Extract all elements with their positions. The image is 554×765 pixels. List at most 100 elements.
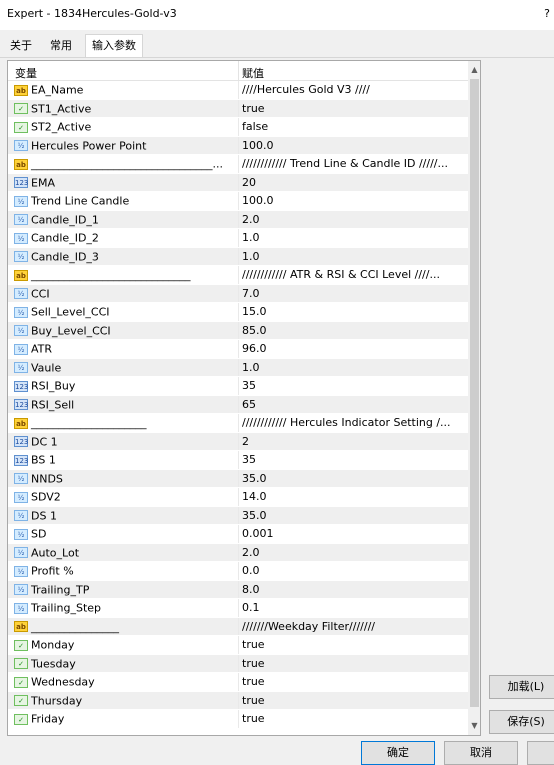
- scroll-thumb[interactable]: [470, 79, 479, 707]
- table-row[interactable]: ab _____________________//////////// Herc…: [8, 414, 468, 433]
- variable-cell: ✓ Thursday: [14, 692, 238, 710]
- value-cell[interactable]: 7.0: [242, 285, 466, 303]
- value-cell[interactable]: ///////Weekday Filter///////: [242, 618, 466, 636]
- variable-name: Candle_ID_1: [31, 213, 99, 226]
- table-row[interactable]: ½ Buy_Level_CCI 85.0: [8, 321, 468, 340]
- table-row[interactable]: ½ Trend Line Candle 100.0: [8, 192, 468, 211]
- tab-common[interactable]: 常用: [44, 37, 78, 57]
- variable-cell: 123 RSI_Sell: [14, 396, 238, 414]
- table-row[interactable]: ½ NNDS 35.0: [8, 469, 468, 488]
- value-cell[interactable]: 1.0: [242, 248, 466, 266]
- table-row[interactable]: ½ Sell_Level_CCI 15.0: [8, 303, 468, 322]
- cancel-button[interactable]: 取消: [444, 741, 518, 765]
- variable-cell: ½ NNDS: [14, 470, 238, 488]
- value-cell[interactable]: 35: [242, 377, 466, 395]
- value-cell[interactable]: 2: [242, 433, 466, 451]
- value-cell[interactable]: 14.0: [242, 488, 466, 506]
- table-row[interactable]: ✓ Friday true: [8, 710, 468, 729]
- value-cell[interactable]: 96.0: [242, 340, 466, 358]
- value-cell[interactable]: true: [242, 655, 466, 673]
- table-row[interactable]: ½ Candle_ID_1 2.0: [8, 210, 468, 229]
- inputs-table[interactable]: 变量 赋值 ab EA_Name////Hercules Gold V3 ////…: [7, 60, 481, 736]
- value-cell[interactable]: //////////// Trend Line & Candle ID ////…: [242, 155, 466, 173]
- table-row[interactable]: 123 RSI_Buy 35: [8, 377, 468, 396]
- column-header-variable[interactable]: 变量: [15, 65, 37, 81]
- value-cell[interactable]: 0.0: [242, 562, 466, 580]
- vertical-scrollbar[interactable]: ▲ ▼: [468, 61, 480, 735]
- value-cell[interactable]: 0.1: [242, 599, 466, 617]
- table-row[interactable]: ½ Hercules Power Point 100.0: [8, 136, 468, 155]
- value-cell[interactable]: true: [242, 636, 466, 654]
- value-cell[interactable]: 1.0: [242, 359, 466, 377]
- tab-inputs[interactable]: 输入参数: [85, 34, 143, 58]
- value-cell[interactable]: true: [242, 692, 466, 710]
- integer-type-icon: 123: [14, 399, 29, 410]
- table-row[interactable]: 123 EMA 20: [8, 173, 468, 192]
- value-cell[interactable]: 35.0: [242, 470, 466, 488]
- value-cell[interactable]: 85.0: [242, 322, 466, 340]
- column-header-value[interactable]: 赋值: [242, 65, 264, 81]
- variable-cell: ✓ ST2_Active: [14, 118, 238, 136]
- cell-divider: [238, 173, 239, 191]
- value-cell[interactable]: true: [242, 100, 466, 118]
- value-cell[interactable]: 1.0: [242, 229, 466, 247]
- value-cell[interactable]: 35.0: [242, 507, 466, 525]
- table-row[interactable]: 123 DC 12: [8, 432, 468, 451]
- table-row[interactable]: ½ Candle_ID_3 1.0: [8, 247, 468, 266]
- table-row[interactable]: ½ CCI 7.0: [8, 284, 468, 303]
- table-row[interactable]: ✓ Thursday true: [8, 691, 468, 710]
- value-cell[interactable]: 65: [242, 396, 466, 414]
- load-button[interactable]: 加载(L): [489, 675, 554, 699]
- table-row[interactable]: ½ Trailing_Step 0.1: [8, 599, 468, 618]
- value-cell[interactable]: 8.0: [242, 581, 466, 599]
- column-divider: [238, 61, 239, 80]
- table-row[interactable]: ab _________________________________...//…: [8, 155, 468, 174]
- value-cell[interactable]: false: [242, 118, 466, 136]
- table-row[interactable]: ab _____________________________/////////…: [8, 266, 468, 285]
- table-row[interactable]: ½ Auto_Lot 2.0: [8, 543, 468, 562]
- value-cell[interactable]: 35: [242, 451, 466, 469]
- value-cell[interactable]: true: [242, 710, 466, 728]
- save-button[interactable]: 保存(S): [489, 710, 554, 734]
- table-row[interactable]: ab ________________///////Weekday Filter/…: [8, 617, 468, 636]
- value-cell[interactable]: 0.001: [242, 525, 466, 543]
- table-row[interactable]: ✓ ST1_Active true: [8, 99, 468, 118]
- value-cell[interactable]: true: [242, 673, 466, 691]
- variable-name: RSI_Sell: [31, 398, 75, 411]
- integer-type-icon: 123: [14, 380, 29, 392]
- table-row[interactable]: ½ DS 1 35.0: [8, 506, 468, 525]
- value-cell[interactable]: //////////// Hercules Indicator Setting …: [242, 414, 466, 432]
- value-cell[interactable]: ////Hercules Gold V3 ////: [242, 81, 466, 99]
- value-cell[interactable]: 15.0: [242, 303, 466, 321]
- table-row[interactable]: ½ SD 0.001: [8, 525, 468, 544]
- cell-divider: [238, 99, 239, 117]
- variable-cell: ✓ Wednesday: [14, 673, 238, 691]
- value-cell[interactable]: //////////// ATR & RSI & CCI Level ////.…: [242, 266, 466, 284]
- value-cell[interactable]: 2.0: [242, 544, 466, 562]
- table-row[interactable]: ½ Candle_ID_2 1.0: [8, 229, 468, 248]
- table-row[interactable]: ✓ Tuesday true: [8, 654, 468, 673]
- table-row[interactable]: ✓ Wednesday true: [8, 673, 468, 692]
- table-row[interactable]: 123 RSI_Sell 65: [8, 395, 468, 414]
- table-row[interactable]: ✓ ST2_Active false: [8, 118, 468, 137]
- table-row[interactable]: ab EA_Name////Hercules Gold V3 ////: [8, 81, 468, 100]
- value-cell[interactable]: 2.0: [242, 211, 466, 229]
- table-row[interactable]: 123 BS 1 35: [8, 451, 468, 470]
- chevron-down-icon[interactable]: ▼: [468, 719, 480, 733]
- table-row[interactable]: ½ Profit % 0.0: [8, 562, 468, 581]
- table-row[interactable]: ½ SDV2 14.0: [8, 488, 468, 507]
- value-cell[interactable]: 100.0: [242, 192, 466, 210]
- variable-cell: ✓ Tuesday: [14, 655, 238, 673]
- value-cell[interactable]: 100.0: [242, 137, 466, 155]
- table-row[interactable]: ½ ATR 96.0: [8, 340, 468, 359]
- chevron-up-icon[interactable]: ▲: [468, 63, 480, 77]
- table-row[interactable]: ½ Trailing_TP 8.0: [8, 580, 468, 599]
- value-cell[interactable]: 20: [242, 174, 466, 192]
- table-row[interactable]: ½ Vaule 1.0: [8, 358, 468, 377]
- reset-button[interactable]: [527, 741, 554, 765]
- variable-name: BS 1: [31, 453, 56, 467]
- help-button[interactable]: ?: [544, 7, 550, 20]
- tab-about[interactable]: 关于: [7, 37, 35, 57]
- table-row[interactable]: ✓ Monday true: [8, 636, 468, 655]
- ok-button[interactable]: 确定: [361, 741, 435, 765]
